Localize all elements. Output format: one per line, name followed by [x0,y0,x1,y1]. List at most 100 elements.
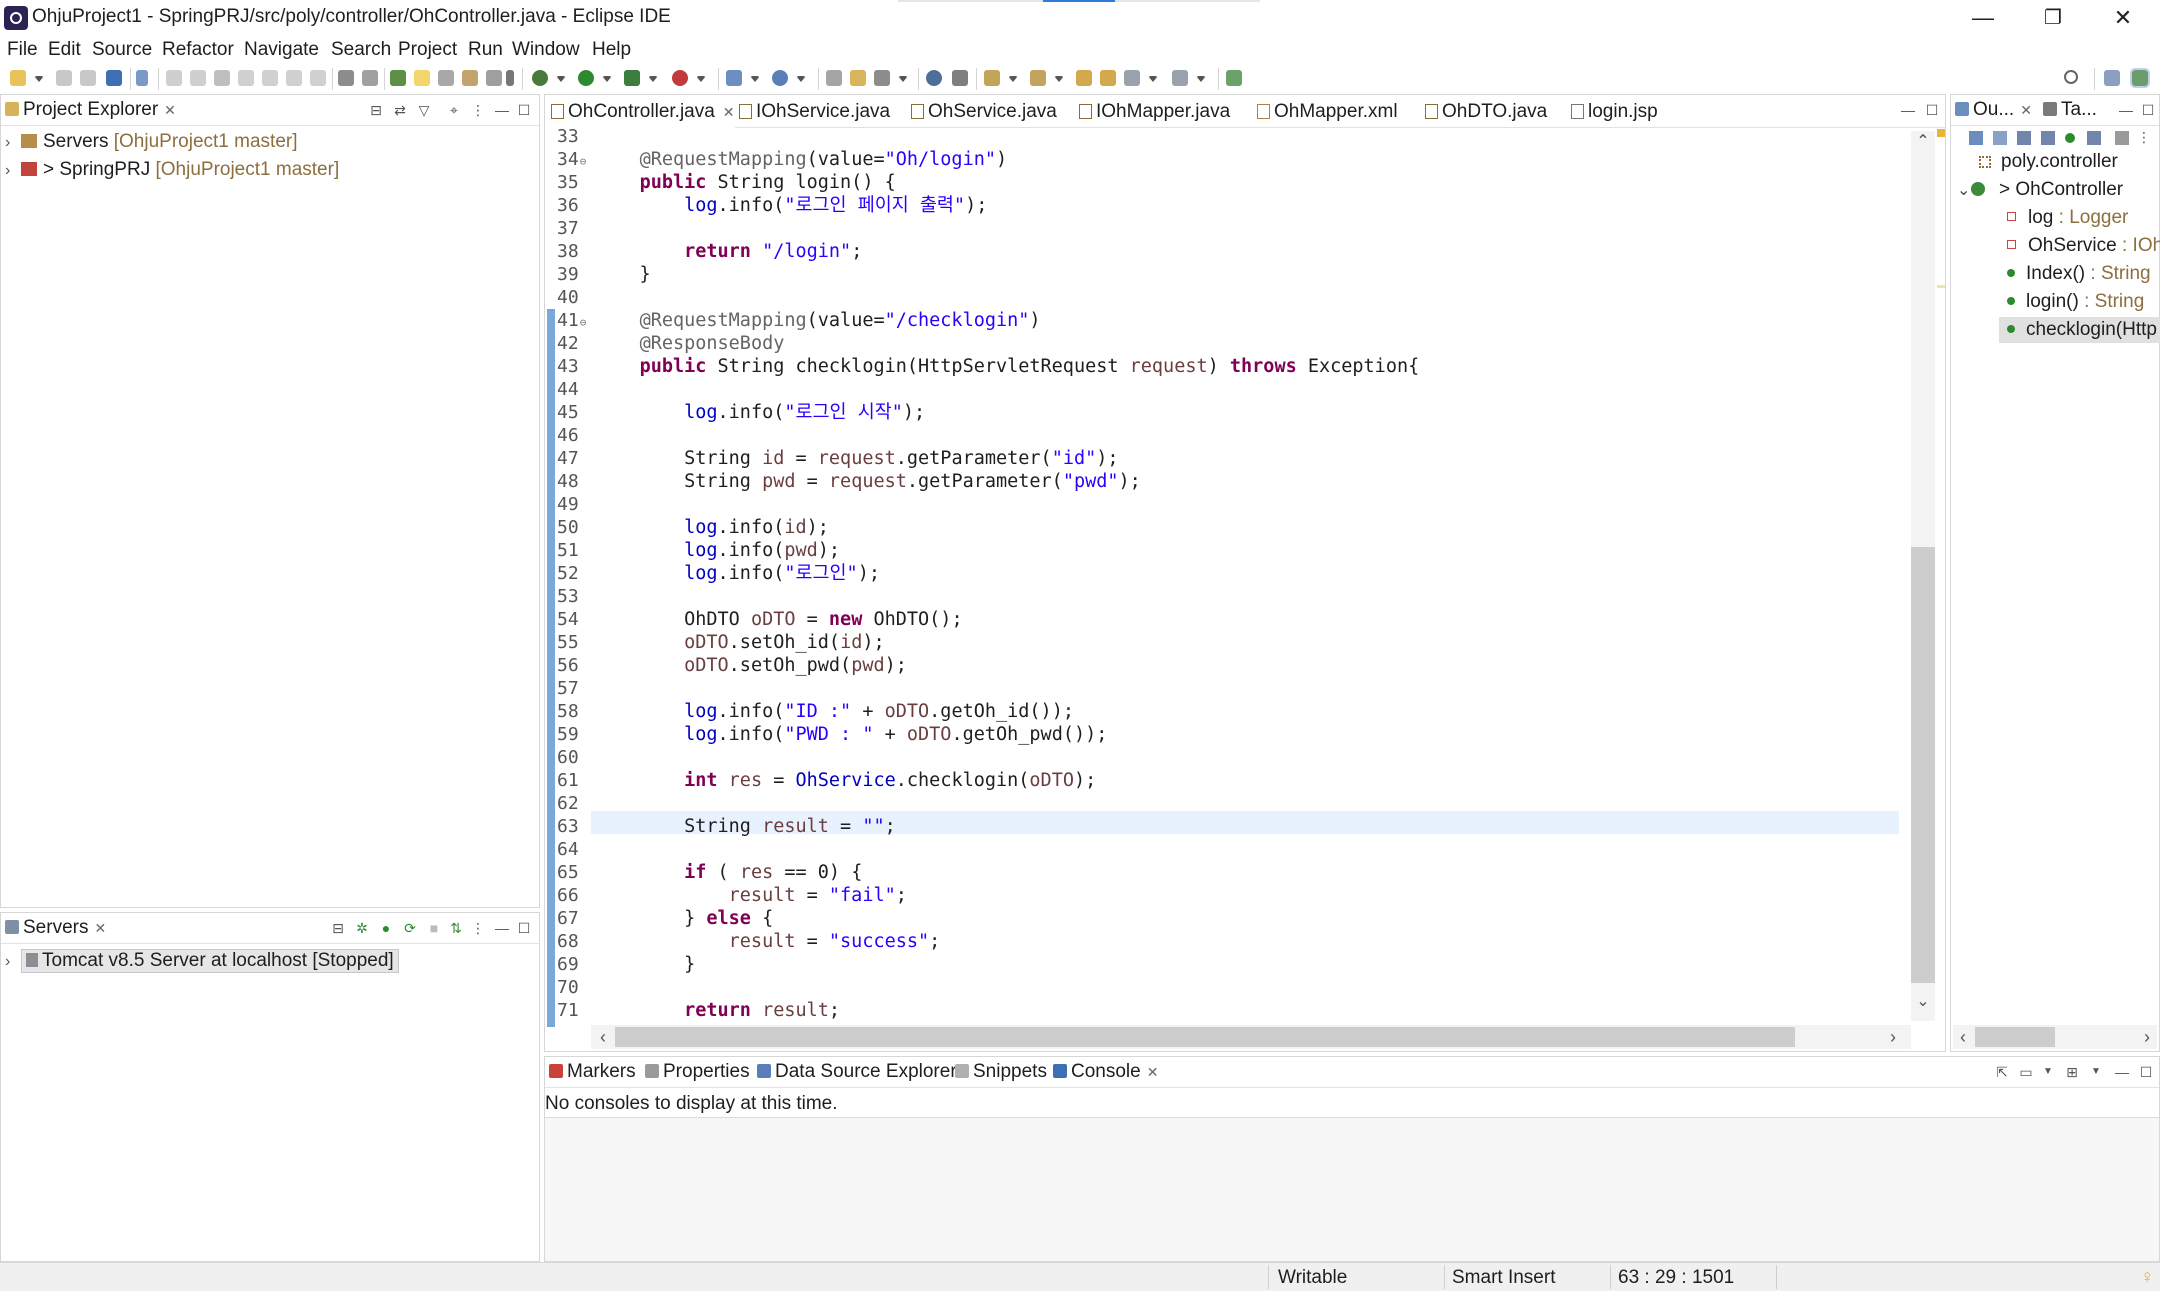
block-selection-icon[interactable] [438,70,454,86]
minimize-editor-icon[interactable]: — [1901,103,1915,117]
save-icon[interactable] [56,70,72,86]
filter-icon[interactable]: ▽ [417,103,431,117]
forward-edit-icon[interactable] [1100,70,1116,86]
maximize-view-icon[interactable]: ☐ [2139,1065,2153,1079]
new-dropdown-icon[interactable] [34,76,44,82]
collapse-all-icon[interactable]: ⊟ [331,921,345,935]
drop-to-frame-icon[interactable] [338,70,354,86]
restore-button[interactable]: ❐ [2018,2,2088,34]
close-icon[interactable]: ✕ [164,102,176,118]
collapse-all-icon[interactable]: ⊟ [369,103,383,117]
back-icon[interactable] [1124,70,1140,86]
h-scroll-thumb[interactable] [1975,1027,2055,1047]
suspend-icon[interactable] [190,70,206,86]
new-dropdown-icon-2[interactable] [750,76,760,82]
collapse-all-icon[interactable] [1969,131,1983,145]
hide-static-icon[interactable] [2041,131,2055,145]
tab-outline[interactable]: Ou... ✕ [1955,99,2032,121]
focus-icon[interactable]: ⌖ [447,103,461,117]
annotation-nav-icon[interactable] [952,70,968,86]
link-with-editor-icon[interactable]: ⇄ [393,103,407,117]
sort-icon[interactable] [1993,131,2007,145]
tab-data-source-explorer[interactable]: Data Source Explorer [757,1061,957,1083]
show-whitespace-icon[interactable] [462,70,478,86]
tab-snippets[interactable]: Snippets [955,1061,1047,1083]
hide-local-types-icon[interactable] [2087,131,2101,145]
minimize-view-icon[interactable]: — [495,921,509,935]
open-type-icon[interactable] [826,70,842,86]
scroll-down-icon[interactable]: ⌄ [1911,991,1935,1015]
profile-server-icon[interactable]: ⟳ [403,921,417,935]
fold-icon[interactable]: ⊖ [580,155,587,168]
tab-ohcontroller-java[interactable]: OhController.java ✕ [551,101,735,123]
save-all-icon[interactable] [80,70,96,86]
next-annotation-icon[interactable] [984,70,1000,86]
resume-icon[interactable] [166,70,182,86]
stop-server-icon[interactable]: ■ [427,921,441,935]
view-menu-icon[interactable]: ⋮ [471,921,485,935]
scroll-thumb[interactable] [1911,547,1935,983]
step-over-icon[interactable] [286,70,302,86]
hide-non-public-icon[interactable] [2065,133,2075,143]
maximize-view-icon[interactable]: ☐ [517,103,531,117]
overview-warning-marker[interactable] [1937,129,1945,137]
minimize-view-icon[interactable]: — [2119,103,2133,117]
pin-console-icon[interactable]: ⇱ [1995,1065,2009,1079]
maximize-view-icon[interactable]: ☐ [517,921,531,935]
new-icon[interactable] [10,70,26,86]
minimize-view-icon[interactable]: — [495,103,509,117]
tab-markers[interactable]: Markers [549,1061,636,1083]
open-console-dropdown-icon[interactable]: ▼ [2089,1065,2103,1079]
close-button[interactable]: ✕ [2088,2,2158,34]
search-tool-icon[interactable] [874,70,890,86]
maximize-editor-icon[interactable]: ☐ [1925,103,1939,117]
java-ee-perspective-icon[interactable] [2130,68,2150,88]
open-console-icon[interactable]: ⊞ [2065,1065,2079,1079]
tab-project-explorer[interactable]: Project Explorer ✕ [5,99,176,121]
search-dropdown-icon[interactable] [898,76,908,82]
h-scroll-thumb[interactable] [615,1027,1795,1047]
outline-item-class[interactable]: ⌄ > OhController [1957,179,2123,201]
step-into-icon[interactable] [262,70,278,86]
display-console-dropdown-icon[interactable]: ▼ [2041,1065,2055,1079]
pin-editor-icon[interactable] [1226,70,1242,86]
chevron-right-icon[interactable]: › [5,953,21,971]
step-return-icon[interactable] [310,70,326,86]
minimize-button[interactable]: — [1948,2,2018,34]
scroll-right-icon[interactable]: › [1881,1025,1905,1049]
chevron-right-icon[interactable]: › [5,162,21,180]
scroll-left-icon[interactable]: ‹ [591,1025,615,1049]
close-icon[interactable]: ✕ [2020,102,2032,118]
run-dropdown-icon[interactable] [602,76,612,82]
outline-item-method-login[interactable]: login() : String [2007,291,2144,313]
new-class-icon[interactable] [772,70,788,86]
word-wrap-icon[interactable] [486,70,502,86]
next-annotation-dropdown-icon[interactable] [1008,76,1018,82]
scroll-right-icon[interactable]: › [2137,1025,2157,1049]
forward-dropdown-icon[interactable] [1196,76,1206,82]
menu-file[interactable]: File [7,39,38,61]
tab-iohservice-java[interactable]: IOhService.java [739,101,890,123]
forward-icon[interactable] [1172,70,1188,86]
open-perspective-icon[interactable] [2104,70,2120,86]
external-tools-icon[interactable] [672,70,688,86]
debug-icon[interactable] [532,70,548,86]
tab-iohmapper-java[interactable]: IOhMapper.java [1079,101,1230,123]
menu-search[interactable]: Search [331,39,391,61]
view-menu-icon[interactable]: ⋮ [2137,129,2151,146]
code-text[interactable]: @RequestMapping(value="Oh/login") public… [595,125,1895,1025]
back-dropdown-icon[interactable] [1148,76,1158,82]
new-java-project-icon[interactable] [726,70,742,86]
menu-project[interactable]: Project [398,39,457,61]
open-console-icon[interactable] [106,70,122,86]
outline-item-method-checklogin[interactable]: checklogin(Http [2007,319,2157,341]
tab-console[interactable]: Console ✕ [1053,1061,1158,1083]
toggle-breadcrumb-icon[interactable] [390,70,406,86]
tab-ohservice-java[interactable]: OhService.java [911,101,1057,123]
previous-annotation-dropdown-icon[interactable] [1054,76,1064,82]
start-server-icon[interactable]: ● [379,921,393,935]
disconnect-icon[interactable] [238,70,254,86]
chevron-right-icon[interactable]: › [5,134,21,152]
editor-horizontal-scrollbar[interactable]: ‹ › [591,1025,1911,1049]
close-icon[interactable]: ✕ [94,920,106,936]
